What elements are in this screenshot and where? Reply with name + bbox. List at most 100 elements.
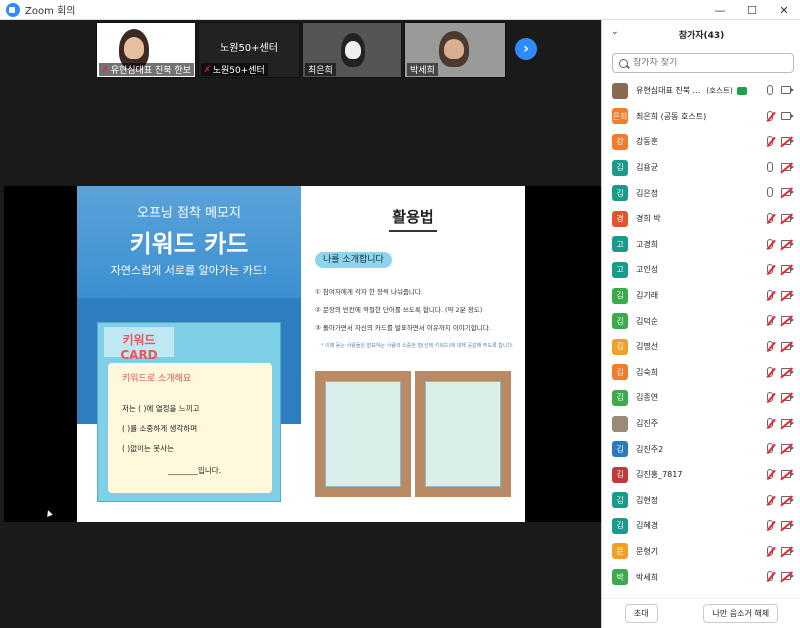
mic-icon[interactable] [767, 187, 773, 198]
mic-muted-icon[interactable] [767, 289, 773, 300]
slide-right-panel: 활용법 나를 소개합니다 ① 참여자에게 각자 한 장씩 나눠줍니다. ② 문장… [301, 186, 525, 522]
participant-row[interactable]: 고 고인성 [602, 257, 800, 283]
participant-name: 최은희 (공동 호스트) [636, 111, 707, 121]
slide-subtitle: 오프닝 점착 메모지 [137, 206, 241, 221]
video-off-icon[interactable] [781, 521, 794, 530]
participant-name: 박세희 [636, 572, 659, 582]
video-thumbnail[interactable]: 박세희 [404, 22, 506, 78]
video-thumbnail[interactable]: 최은희 [302, 22, 402, 78]
video-off-icon[interactable] [781, 341, 794, 350]
mic-muted-icon[interactable] [767, 417, 773, 428]
video-off-icon[interactable] [781, 188, 794, 197]
participant-face [345, 41, 361, 59]
video-off-icon[interactable] [781, 546, 794, 555]
video-off-icon[interactable] [781, 469, 794, 478]
participant-row[interactable]: 김진주 [602, 411, 800, 437]
close-button[interactable]: ✕ [768, 0, 800, 20]
video-off-icon[interactable] [781, 495, 794, 504]
video-off-icon[interactable] [781, 444, 794, 453]
video-thumbnail[interactable]: ✗ 유현심대표 진북 한보 [96, 22, 196, 78]
participant-row[interactable]: 김 김은정 [602, 180, 800, 206]
howto-title: 활용법 [392, 208, 434, 226]
title-underline [389, 230, 437, 232]
participant-list: 유현심대표 진북 ... (호스트) 은희 최은희 (공동 호스트) 강 강동훈 김 김용균 김… [602, 78, 800, 590]
howto-step: ② 문장의 빈칸에 적절한 단어를 쓰도록 합니다. (약 2분 정도) [315, 306, 483, 314]
participant-row[interactable]: 김 김기래 [602, 283, 800, 309]
card-line: ( )없이는 못사는 [122, 444, 175, 453]
slide-description: 자연스럽게 서로를 알아가는 카드! [110, 264, 268, 277]
mic-muted-icon[interactable] [767, 264, 773, 275]
participant-row[interactable]: 김 김진홍_7817 [602, 462, 800, 488]
example-photo [415, 371, 511, 497]
avatar: 김 [612, 441, 628, 458]
video-off-icon[interactable] [781, 162, 794, 171]
panel-footer: 초대 나만 음소거 해제 [602, 598, 800, 628]
mic-muted-icon[interactable] [767, 545, 773, 556]
invite-button[interactable]: 초대 [624, 604, 658, 623]
maximize-button[interactable]: ☐ [736, 0, 768, 20]
mic-icon[interactable] [767, 161, 773, 172]
mic-muted-icon[interactable] [767, 136, 773, 147]
mic-muted-icon[interactable] [767, 110, 773, 121]
video-off-icon[interactable] [781, 239, 794, 248]
mic-muted-icon[interactable] [767, 366, 773, 377]
video-off-icon[interactable] [781, 265, 794, 274]
video-icon[interactable] [781, 111, 794, 120]
slide-header: 오프닝 점착 메모지 키워드 카드 자연스럽게 서로를 알아가는 카드! [77, 186, 301, 298]
participant-row[interactable]: 김 김숙희 [602, 360, 800, 386]
participant-row[interactable]: 김 김진주2 [602, 436, 800, 462]
title-bar: Zoom 회의 — ☐ ✕ [0, 0, 800, 20]
mic-muted-icon[interactable] [767, 238, 773, 249]
mic-muted-icon[interactable] [767, 315, 773, 326]
mic-muted-icon[interactable] [767, 212, 773, 223]
mic-muted-icon[interactable] [767, 494, 773, 505]
avatar: 문 [612, 543, 628, 560]
participant-row[interactable]: 은희 최은희 (공동 호스트) [602, 104, 800, 130]
mic-muted-icon[interactable] [767, 468, 773, 479]
minimize-button[interactable]: — [704, 0, 736, 20]
video-off-icon[interactable] [781, 137, 794, 146]
meeting-area: ✗ 유현심대표 진북 한보 노원50+센터 ✗ 노원50+센터 최은희 박세희 › … [0, 20, 601, 628]
unmute-me-button[interactable]: 나만 음소거 해제 [703, 604, 779, 623]
video-off-icon[interactable] [781, 367, 794, 376]
mic-icon[interactable] [767, 85, 773, 95]
avatar: 강 [612, 133, 628, 150]
participant-name: 김숙희 [636, 367, 659, 377]
card-heading: 키워드로 소개해요 [122, 374, 192, 384]
participant-row[interactable]: 김 김현정 [602, 488, 800, 514]
mic-muted-icon[interactable] [767, 443, 773, 454]
participant-search[interactable] [612, 53, 794, 73]
video-thumbnail[interactable]: 노원50+센터 ✗ 노원50+센터 [198, 22, 300, 78]
participant-row[interactable]: 김 김혜경 [602, 513, 800, 539]
video-off-icon[interactable] [781, 213, 794, 222]
search-input[interactable] [633, 58, 783, 68]
mic-muted-icon[interactable] [767, 571, 773, 582]
card-line: 저는 ( )에 열정을 느끼고 [122, 404, 200, 413]
mic-muted-icon[interactable] [767, 340, 773, 351]
chevron-down-icon[interactable]: ⌄ [611, 27, 619, 37]
video-off-icon[interactable] [781, 290, 794, 299]
participant-row[interactable]: 박 박세희 [602, 564, 800, 590]
thumbnail-name: 박세희 [407, 63, 438, 76]
participant-name: 김은정 [636, 188, 659, 198]
participant-row[interactable]: 김 김덕순 [602, 308, 800, 334]
mic-muted-icon[interactable] [767, 392, 773, 403]
participant-row[interactable]: 김 김용균 [602, 155, 800, 181]
video-icon[interactable] [781, 86, 794, 94]
participant-row[interactable]: 유현심대표 진북 ... (호스트) [602, 78, 800, 104]
participant-row[interactable]: 김 김명선 [602, 334, 800, 360]
participant-row[interactable]: 고 고경희 [602, 232, 800, 258]
participant-row[interactable]: 강 강동훈 [602, 129, 800, 155]
video-off-icon[interactable] [781, 316, 794, 325]
photo-card [325, 381, 401, 487]
participant-row[interactable]: 문 문형기 [602, 539, 800, 565]
mic-muted-icon[interactable] [767, 520, 773, 531]
video-off-icon[interactable] [781, 393, 794, 402]
participant-row[interactable]: 김 김종연 [602, 385, 800, 411]
howto-note: * 이때 듣는 사람들은 발표하는 사람의 소중한 점(선택 키워드)에 대해 … [321, 343, 514, 349]
participant-name: 유현심대표 진북 ... [636, 86, 701, 96]
video-off-icon[interactable] [781, 572, 794, 581]
video-off-icon[interactable] [781, 418, 794, 427]
participant-row[interactable]: 경 경희 박 [602, 206, 800, 232]
next-page-button[interactable]: › [515, 38, 537, 60]
